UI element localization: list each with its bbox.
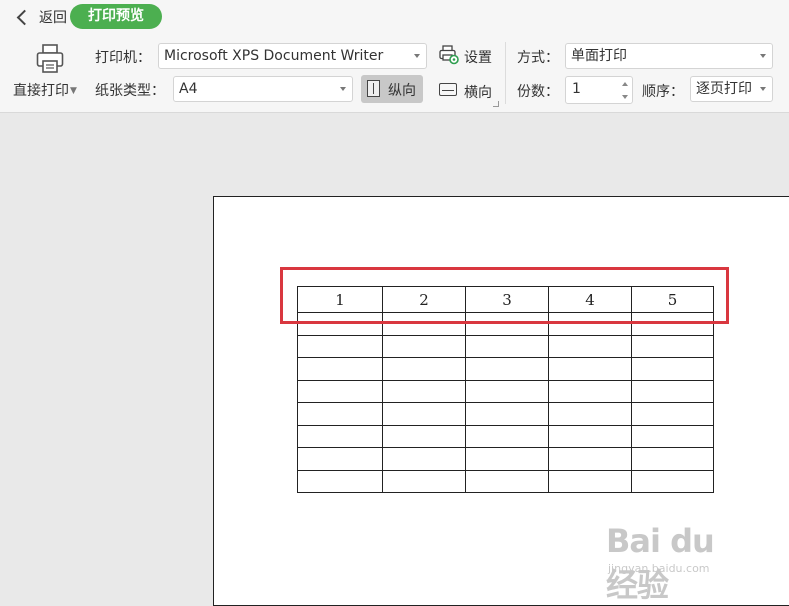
copies-label: 份数： [517, 84, 559, 100]
paper-type-select[interactable]: A4 [173, 76, 353, 102]
table-row [297, 379, 714, 403]
table-cell [297, 424, 383, 448]
back-button[interactable]: 返回 [16, 6, 67, 28]
landscape-page-icon [439, 83, 457, 96]
portrait-page-icon [367, 80, 380, 97]
mode-label: 方式： [517, 50, 559, 66]
paper-type-value: A4 [179, 81, 198, 97]
table-row [297, 424, 714, 448]
printer-icon [36, 44, 64, 73]
copies-stepper[interactable]: 1 [565, 76, 633, 104]
table-cell [465, 357, 549, 381]
table-cell [548, 357, 632, 381]
print-mode-value: 单面打印 [571, 48, 627, 64]
chevron-left-icon [16, 9, 33, 25]
table-cell [297, 402, 383, 426]
table-cell [548, 379, 632, 403]
dropdown-arrow-icon [760, 54, 766, 58]
increment-arrow-icon[interactable] [617, 77, 632, 90]
printer-select[interactable]: Microsoft XPS Document Writer [158, 43, 427, 69]
table-cell [631, 402, 714, 426]
printer-settings-button[interactable]: 设置 [437, 44, 497, 68]
print-preview-toolbar: 返回 打印预览 直接打印▼ 打印机： Microsoft XPS Documen… [0, 0, 789, 113]
table-row [297, 469, 714, 493]
back-label: 返回 [39, 10, 67, 26]
table-cell [631, 334, 714, 358]
table-cell [548, 447, 632, 471]
table-cell [382, 402, 466, 426]
table-cell [465, 402, 549, 426]
print-mode-select[interactable]: 单面打印 [565, 43, 773, 69]
table-cell [297, 357, 383, 381]
landscape-orientation-button[interactable]: 横向 [437, 80, 497, 104]
table-cell [382, 424, 466, 448]
table-cell [465, 379, 549, 403]
table-cell [631, 357, 714, 381]
caret-down-icon: ▼ [70, 86, 77, 96]
print-order-value: 逐页打印 [696, 81, 752, 97]
print-preview-badge: 打印预览 [70, 4, 162, 29]
dropdown-arrow-icon [760, 87, 766, 91]
group-expand-corner[interactable] [493, 101, 499, 107]
portrait-orientation-button[interactable]: 纵向 [361, 75, 423, 103]
copies-value: 1 [572, 81, 581, 97]
table-cell [465, 469, 549, 493]
printer-select-value: Microsoft XPS Document Writer [164, 48, 384, 64]
settings-label: 设置 [464, 50, 492, 66]
table-cell [548, 469, 632, 493]
table-cell [297, 469, 383, 493]
table-cell [297, 334, 383, 358]
table-cell [382, 469, 466, 493]
table-cell [631, 379, 714, 403]
order-label: 顺序： [642, 84, 684, 100]
portrait-label: 纵向 [388, 83, 416, 99]
direct-print-label: 直接打印 [13, 83, 69, 99]
table-cell [465, 447, 549, 471]
table-cell [548, 424, 632, 448]
table-cell [631, 424, 714, 448]
toolbar-divider [505, 42, 506, 104]
table-cell [297, 447, 383, 471]
decrement-arrow-icon[interactable] [617, 90, 632, 103]
table-cell [548, 334, 632, 358]
printer-settings-icon [439, 45, 459, 65]
landscape-label: 横向 [464, 85, 492, 101]
printer-label: 打印机： [95, 50, 151, 66]
table-cell [382, 334, 466, 358]
print-order-select[interactable]: 逐页打印 [690, 76, 773, 102]
dropdown-arrow-icon [414, 54, 420, 58]
watermark-url: jingyan.baidu.com [608, 562, 710, 575]
table-row [297, 357, 714, 381]
table-cell [382, 379, 466, 403]
table-cell [382, 357, 466, 381]
table-cell [465, 334, 549, 358]
baidu-jingyan-watermark: Bai du 经验 jingyan.baidu.com [606, 510, 746, 604]
table-cell [382, 447, 466, 471]
dropdown-arrow-icon [340, 87, 346, 91]
direct-print-button[interactable]: 直接打印▼ [12, 44, 86, 102]
table-cell [631, 469, 714, 493]
table-cell [465, 424, 549, 448]
paper-type-label: 纸张类型： [95, 83, 165, 99]
table-cell [631, 447, 714, 471]
table-row [297, 402, 714, 426]
table-cell [548, 402, 632, 426]
table-cell [297, 379, 383, 403]
table-row [297, 447, 714, 471]
header-row-highlight-box [280, 267, 729, 324]
table-row [297, 334, 714, 358]
